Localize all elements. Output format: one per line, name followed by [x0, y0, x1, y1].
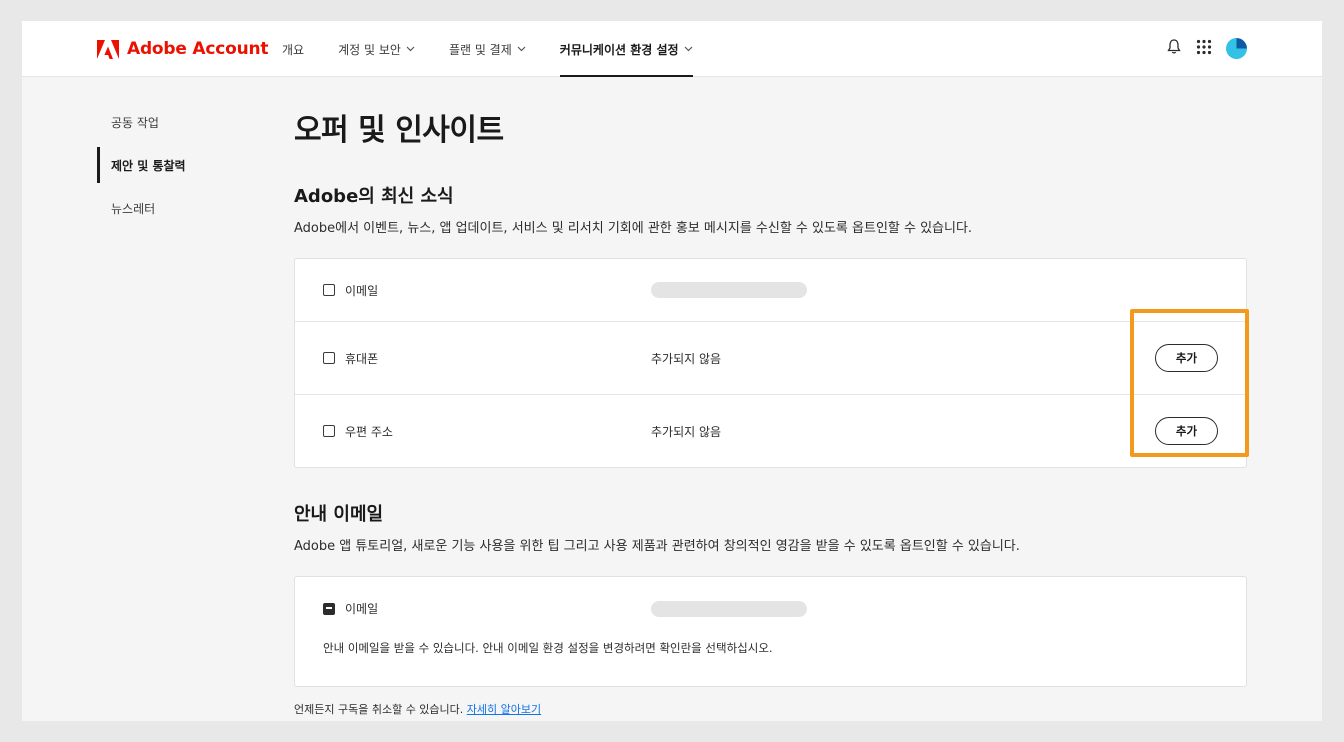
sidebar-item-newsletters[interactable]: 뉴스레터 [97, 190, 247, 226]
preference-row-postal: 우편 주소 추가되지 않음 추가 [295, 395, 1246, 467]
nav-label: 계정 및 보안 [338, 42, 401, 57]
learn-more-link[interactable]: 자세히 알아보기 [467, 703, 541, 716]
chevron-down-icon [406, 44, 415, 55]
section-description-guide: Adobe 앱 튜토리얼, 새로운 기능 사용을 위한 팁 그리고 사용 제품과… [294, 539, 1020, 554]
brand-name: Adobe Account [127, 39, 269, 59]
nav-plans-billing[interactable]: 플랜 및 결제 [449, 21, 526, 77]
unsubscribe-note: 언제든지 구독을 취소할 수 있습니다. 자세히 알아보기 [294, 701, 1247, 717]
nav-communication-preferences[interactable]: 커뮤니케이션 환경 설정 [559, 21, 693, 77]
email-checkbox[interactable] [323, 284, 335, 296]
redacted-email-value [651, 600, 807, 617]
main-content: 오퍼 및 인사이트 Adobe의 최신 소식 Adobe에서 이벤트, 뉴스, … [294, 105, 1247, 717]
row-value: 추가되지 않음 [651, 351, 722, 366]
section-description-news: Adobe에서 이벤트, 뉴스, 앱 업데이트, 서비스 및 리서치 기회에 관… [294, 221, 973, 236]
nav-account-security[interactable]: 계정 및 보안 [338, 21, 415, 77]
avatar[interactable] [1226, 38, 1247, 59]
nav-overview[interactable]: 개요 [282, 21, 304, 77]
adobe-logo-icon [97, 39, 119, 59]
preference-row-mobile: 휴대폰 추가되지 않음 추가 [295, 322, 1246, 395]
top-navigation-bar: Adobe Account 개요 계정 및 보안 플랜 및 결제 커뮤니케이션 … [22, 21, 1322, 77]
preference-row-guide-email: 이메일 [295, 577, 1246, 640]
nav-label: 플랜 및 결제 [448, 42, 512, 57]
mobile-checkbox[interactable] [323, 352, 335, 364]
section-title-news: Adobe의 최신 소식 [294, 186, 454, 207]
sidebar-item-label: 뉴스레터 [111, 201, 156, 216]
add-mobile-button[interactable]: 추가 [1155, 344, 1218, 372]
add-postal-address-button[interactable]: 추가 [1155, 417, 1218, 445]
sidebar-item-label: 공동 작업 [111, 115, 159, 130]
bell-icon[interactable] [1166, 38, 1182, 59]
header-actions [1166, 38, 1247, 59]
guide-email-checkbox[interactable] [323, 602, 335, 615]
guide-email-note: 안내 이메일을 받을 수 있습니다. 안내 이메일 환경 설정을 변경하려면 확… [323, 641, 773, 655]
sidebar: 공동 작업 제안 및 통찰력 뉴스레터 [97, 104, 247, 233]
row-label: 이메일 [345, 602, 379, 616]
main-nav: 개요 계정 및 보안 플랜 및 결제 커뮤니케이션 환경 설정 [282, 21, 727, 77]
apps-grid-icon[interactable] [1196, 39, 1212, 59]
row-label: 우편 주소 [345, 424, 393, 439]
chevron-down-icon [684, 44, 693, 55]
sidebar-item-label: 제안 및 통찰력 [111, 158, 186, 173]
page-title: 오퍼 및 인사이트 [294, 113, 504, 148]
nav-label: 개요 [282, 42, 305, 57]
row-value: 추가되지 않음 [651, 424, 722, 439]
row-label: 이메일 [345, 283, 379, 298]
row-label: 휴대폰 [345, 351, 379, 366]
app-window: Adobe Account 개요 계정 및 보안 플랜 및 결제 커뮤니케이션 … [22, 21, 1322, 721]
chevron-down-icon [517, 44, 526, 55]
sidebar-item-offers-insights[interactable]: 제안 및 통찰력 [97, 147, 247, 183]
sidebar-item-collaboration[interactable]: 공동 작업 [97, 104, 247, 140]
adobe-logo-link[interactable]: Adobe Account [97, 39, 269, 59]
redacted-email-value [651, 282, 807, 298]
nav-label: 커뮤니케이션 환경 설정 [559, 42, 679, 57]
section-title-guide: 안내 이메일 [294, 504, 384, 525]
preference-row-email: 이메일 [295, 259, 1246, 322]
unsubscribe-text: 언제든지 구독을 취소할 수 있습니다. [294, 703, 464, 716]
news-preferences-card: 이메일 휴대폰 추가되지 않음 추가 우편 주소 추가되지 않음 추가 [294, 258, 1247, 468]
guide-email-card: 이메일 안내 이메일을 받을 수 있습니다. 안내 이메일 환경 설정을 변경하… [294, 576, 1247, 687]
postal-checkbox[interactable] [323, 425, 335, 437]
